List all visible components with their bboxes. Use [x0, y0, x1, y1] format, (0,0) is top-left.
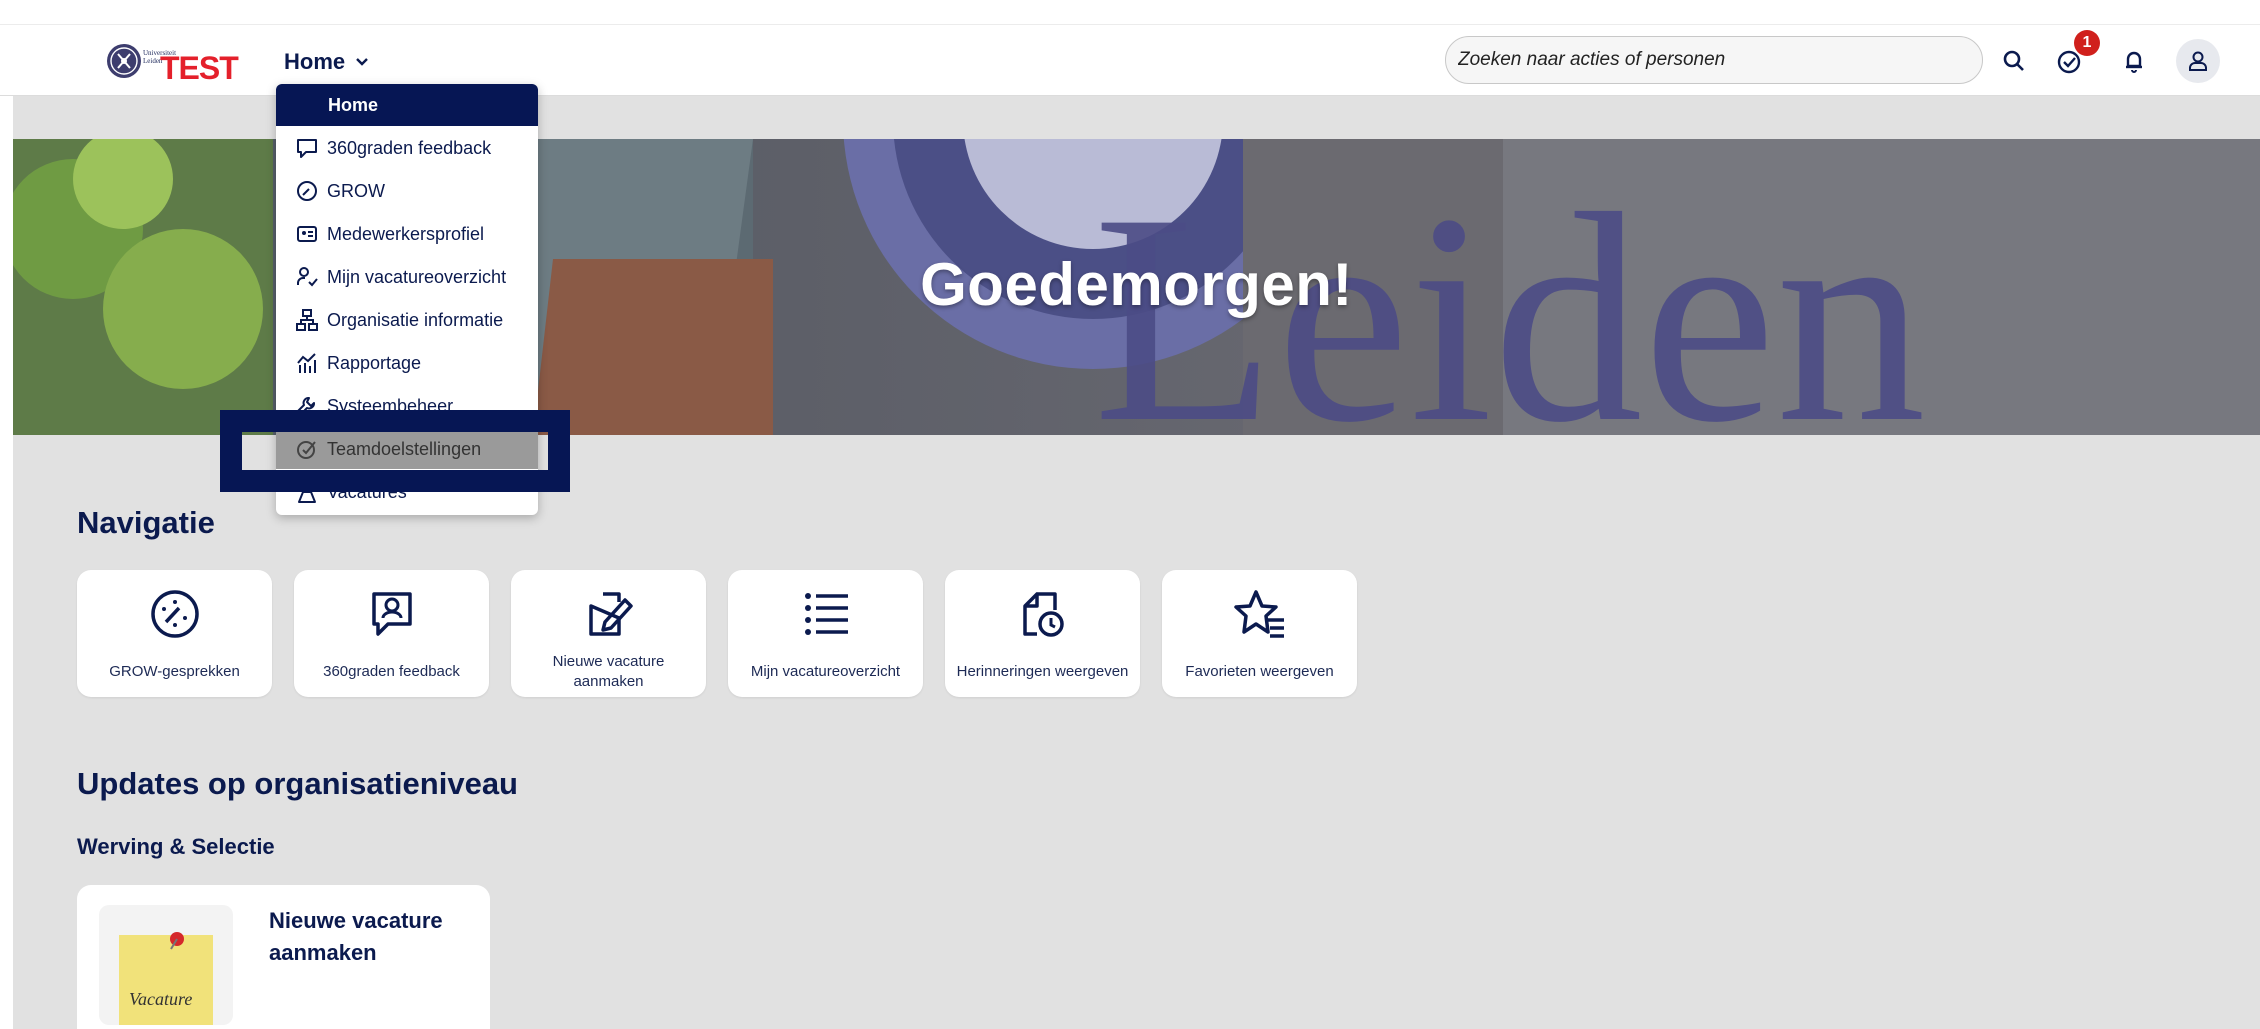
- target-icon: [297, 441, 316, 459]
- profile-card-icon: [297, 226, 317, 242]
- user-avatar[interactable]: [2176, 39, 2220, 83]
- person-check-icon: [297, 267, 318, 287]
- sticky-note-text: Vacature: [129, 989, 192, 1009]
- menu-item-label: 360graden feedback: [327, 137, 492, 158]
- company-logo[interactable]: Universiteit Leiden TEST: [106, 39, 239, 86]
- menu-item-label: Home: [328, 94, 379, 115]
- home-menu-button[interactable]: Home: [284, 47, 369, 77]
- updates-title: Updates op organisatieniveau: [77, 766, 518, 801]
- feedback-icon: [297, 139, 317, 158]
- tile-favorieten-weergeven[interactable]: Favorieten weergeven: [1162, 570, 1357, 697]
- menu-item-label: Mijn vacatureoverzicht: [327, 266, 507, 287]
- person-icon: [2189, 51, 2207, 71]
- notification-count-badge: 1: [2074, 30, 2100, 56]
- tile-grow-gesprekken[interactable]: GROW-gesprekken: [77, 570, 272, 697]
- bell-icon[interactable]: [2118, 45, 2150, 77]
- menu-item-organisatie-informatie[interactable]: Organisatie informatie: [276, 300, 538, 340]
- grow-gauge-icon: [151, 590, 199, 638]
- report-chart-icon: [297, 353, 316, 373]
- menu-item-rapportage[interactable]: Rapportage: [276, 343, 538, 383]
- org-chart-icon: [296, 309, 318, 331]
- wrench-icon: [297, 397, 315, 415]
- sticky-note-image: Vacature: [99, 905, 233, 1025]
- edit-document-icon: [589, 592, 633, 636]
- chevron-down-icon: [356, 58, 368, 66]
- reminder-document-icon: [1023, 592, 1064, 637]
- home-menu-label: Home: [284, 49, 346, 74]
- feedback-bubble-icon: [372, 592, 412, 636]
- home-dropdown-menu: Home 360graden feedback GROW Medewerkers…: [276, 84, 538, 515]
- tile-360graden-feedback[interactable]: 360graden feedback: [294, 570, 489, 697]
- tile-label: Nieuwe vacature aanmaken: [552, 653, 665, 690]
- menu-item-label: Organisatie informatie: [327, 309, 504, 330]
- university-seal-icon: [107, 44, 141, 78]
- university-name: Universiteit Leiden: [143, 49, 177, 65]
- search-icon[interactable]: [1998, 45, 2030, 77]
- search-input[interactable]: [1445, 36, 1983, 84]
- werving-selectie-title: Werving & Selectie: [77, 834, 275, 859]
- test-environment-label: TEST: [160, 50, 239, 86]
- menu-item-home[interactable]: Home: [276, 84, 538, 126]
- tile-label: Favorieten weergeven: [1185, 663, 1334, 680]
- list-icon: [805, 593, 848, 635]
- card-title: Nieuwe vacature aanmaken: [269, 908, 443, 965]
- menu-item-label: Vacatures: [327, 481, 407, 502]
- star-list-icon: [1234, 590, 1284, 638]
- menu-item-medewerkersprofiel[interactable]: Medewerkersprofiel: [276, 214, 538, 254]
- tile-label: Mijn vacatureoverzicht: [750, 663, 901, 680]
- navigatie-title: Navigatie: [77, 505, 215, 540]
- menu-item-teamdoelstellingen[interactable]: Teamdoelstellingen: [276, 429, 538, 469]
- update-card-nieuwe-vacature[interactable]: Vacature Nieuwe vacature aanmaken: [77, 885, 490, 1029]
- grow-icon: [297, 181, 317, 201]
- menu-item-label: Medewerkersprofiel: [327, 223, 485, 244]
- tile-herinneringen-weergeven[interactable]: Herinneringen weergeven: [945, 570, 1140, 697]
- vacancy-icon: [298, 481, 316, 503]
- tile-label: GROW-gesprekken: [109, 663, 240, 680]
- menu-item-label: Teamdoelstellingen: [327, 438, 482, 459]
- tile-nieuwe-vacature-aanmaken[interactable]: Nieuwe vacature aanmaken: [511, 570, 706, 697]
- menu-item-mijn-vacatureoverzicht[interactable]: Mijn vacatureoverzicht: [276, 257, 538, 297]
- tile-mijn-vacatureoverzicht[interactable]: Mijn vacatureoverzicht: [728, 570, 923, 697]
- tile-label: Herinneringen weergeven: [956, 663, 1129, 680]
- menu-item-grow[interactable]: GROW: [276, 171, 538, 211]
- page: Universiteit Leiden TEST Home 1: [0, 0, 2260, 1029]
- tile-label: 360graden feedback: [323, 663, 460, 680]
- menu-item-systeembeheer[interactable]: Systeembeheer: [276, 386, 538, 426]
- menu-item-label: GROW: [327, 180, 385, 201]
- menu-item-vacatures[interactable]: Vacatures: [276, 472, 538, 512]
- menu-item-360graden-feedback[interactable]: 360graden feedback: [276, 128, 538, 168]
- menu-item-label: Rapportage: [327, 352, 422, 373]
- menu-item-label: Systeembeheer: [327, 395, 454, 416]
